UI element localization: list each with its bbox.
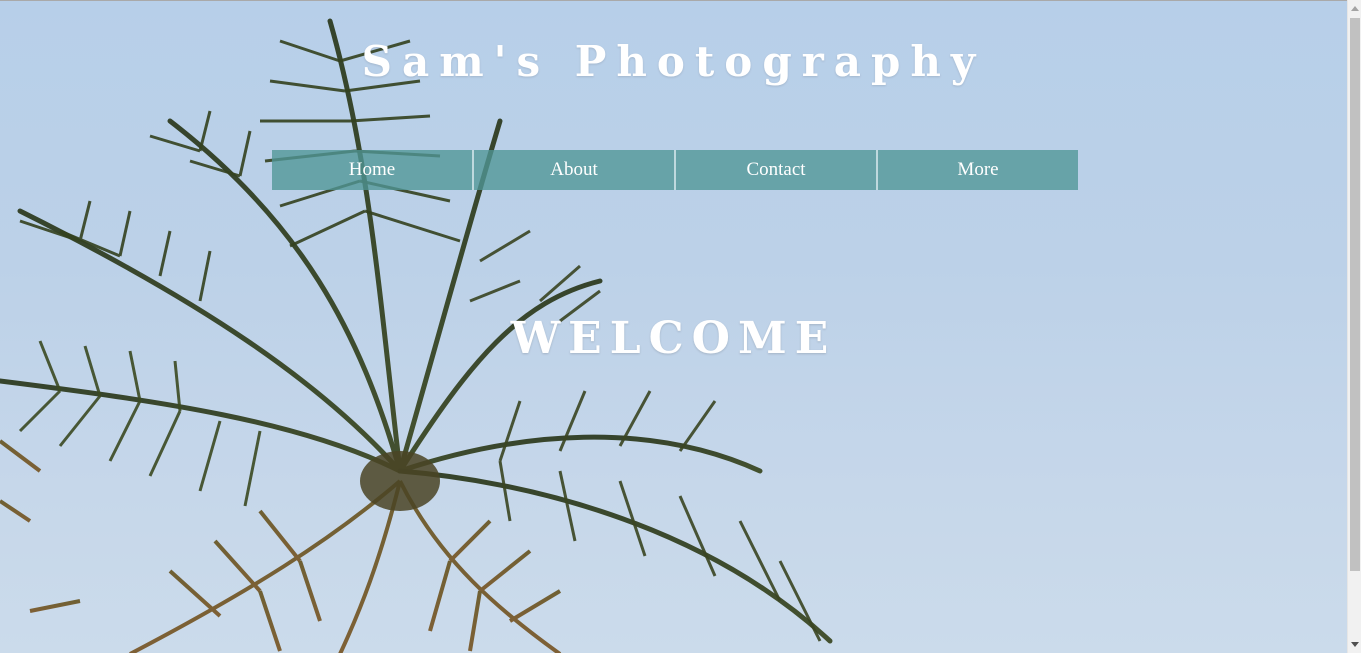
page-viewport: Sam's Photography Home About Contact Mor… [0, 0, 1347, 653]
scroll-down-button[interactable] [1348, 636, 1361, 653]
welcome-heading: WELCOME [510, 313, 837, 364]
main-navigation: Home About Contact More [272, 150, 1078, 190]
nav-item-more[interactable]: More [878, 150, 1078, 190]
nav-item-contact[interactable]: Contact [676, 150, 878, 190]
nav-item-home[interactable]: Home [272, 150, 474, 190]
triangle-down-icon [1351, 642, 1359, 647]
vertical-scrollbar[interactable] [1347, 0, 1361, 653]
scrollbar-thumb[interactable] [1350, 18, 1360, 571]
scroll-up-button[interactable] [1348, 0, 1361, 17]
nav-item-about[interactable]: About [474, 150, 676, 190]
site-title: Sam's Photography [361, 37, 986, 86]
triangle-up-icon [1351, 6, 1359, 11]
